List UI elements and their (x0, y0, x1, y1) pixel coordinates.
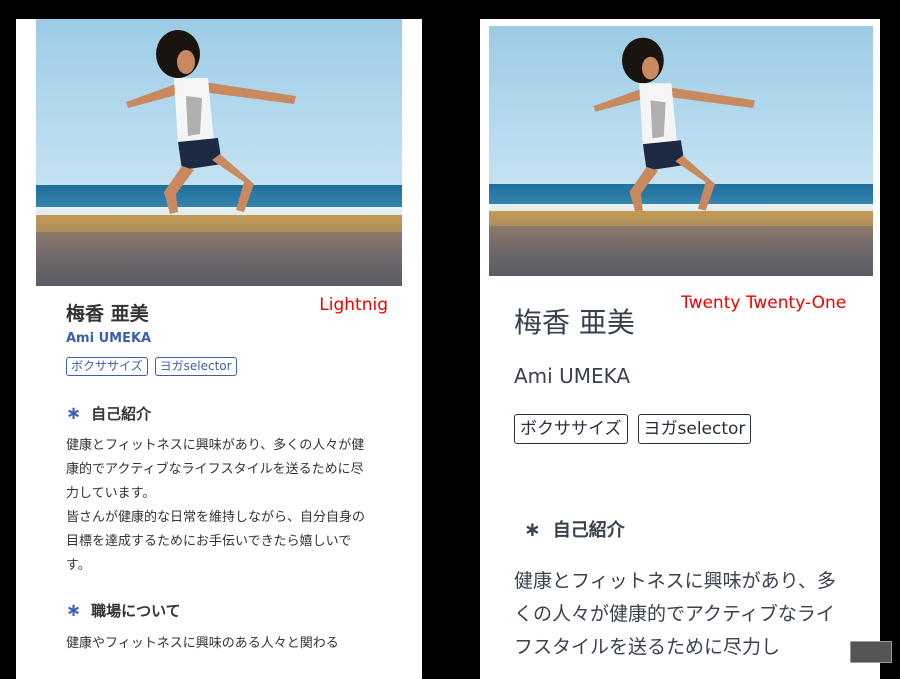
profile-photo (36, 19, 402, 286)
section-heading-label: 自己紹介 (91, 405, 152, 423)
theme-label: Lightnig (319, 295, 388, 315)
asterisk-icon: ∗ (524, 517, 541, 541)
jumping-woman-figure (126, 30, 296, 214)
tag-list: ボクササイズ ヨガselector (514, 414, 752, 444)
lightning-profile-panel: Lightnig 梅香 亜美 Ami UMEKA ボクササイズ ヨガselect… (16, 19, 422, 679)
intro-paragraph-1: 健康とフィットネスに興味があり、多くの人々が健康的でアクティブなライフスタイルを… (66, 438, 365, 501)
tag-boxercise[interactable]: ボクササイズ (514, 414, 628, 444)
section-heading-label: 職場について (91, 602, 181, 620)
twentyone-profile-panel: Twenty Twenty-One 梅香 亜美 Ami UMEKA ボクササイズ… (480, 19, 880, 679)
tag-list: ボクササイズ ヨガselector (66, 357, 237, 376)
intro-paragraph-2: 皆さんが健康的な日常を維持しながら、自分自身の目標を達成するためにお手伝いできた… (66, 510, 366, 573)
profile-name-en: Ami UMEKA (514, 364, 631, 388)
asterisk-icon: ∗ (66, 600, 82, 621)
section-heading: ∗ 自己紹介 (66, 403, 151, 424)
workplace-paragraph: 健康やフィットネスに興味のある人々と関わる (66, 636, 339, 651)
profile-name-jp: 梅香 亜美 (514, 306, 635, 339)
section-heading-label: 自己紹介 (552, 520, 625, 541)
scroll-to-top-button[interactable] (850, 641, 892, 663)
tag-yoga[interactable]: ヨガselector (637, 414, 752, 444)
intro-paragraph: 健康とフィットネスに興味があり、多くの人々が健康的でアクティブなライフスタイルを… (514, 570, 836, 658)
asterisk-icon: ∗ (66, 403, 82, 424)
profile-photo (489, 26, 873, 276)
theme-label: Twenty Twenty-One (681, 293, 847, 313)
jumping-woman-figure (593, 37, 755, 213)
tag-yoga[interactable]: ヨガselector (154, 357, 237, 376)
section-heading: ∗ 職場について (66, 600, 181, 621)
profile-name-en: Ami UMEKA (66, 331, 152, 346)
profile-name-jp: 梅香 亜美 (66, 303, 149, 325)
tag-boxercise[interactable]: ボクササイズ (66, 357, 148, 376)
section-heading: ∗ 自己紹介 (524, 516, 625, 542)
